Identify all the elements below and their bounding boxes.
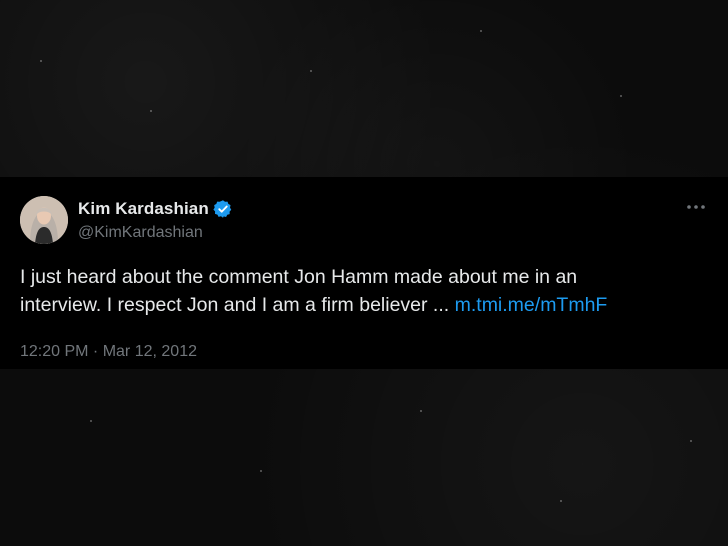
bg-speck (150, 110, 152, 112)
verified-badge-icon (213, 199, 233, 219)
bg-speck (480, 30, 482, 32)
bg-speck (420, 410, 422, 412)
tweet-timestamp[interactable]: 12:20 PM · Mar 12, 2012 (20, 343, 197, 361)
tweet-text: I just heard about the comment Jon Hamm … (20, 263, 710, 319)
bg-speck (560, 500, 562, 502)
bg-speck (690, 440, 692, 442)
tweet-text-line1: I just heard about the comment Jon Hamm … (20, 266, 578, 288)
name-row: Kim Kardashian (78, 199, 233, 219)
bg-speck (620, 95, 622, 97)
user-handle[interactable]: @KimKardashian (78, 224, 203, 242)
bg-speck (310, 70, 312, 72)
more-dots-icon[interactable] (686, 199, 706, 210)
bg-speck (260, 470, 262, 472)
tweet-card[interactable]: Kim Kardashian @KimKardashian I just hea… (0, 177, 728, 369)
bg-speck (90, 420, 92, 422)
tweet-text-line2: interview. I respect Jon and I am a firm… (20, 294, 450, 316)
avatar[interactable] (20, 196, 68, 244)
avatar-image (20, 196, 68, 244)
display-name[interactable]: Kim Kardashian (78, 199, 209, 219)
tweet-link[interactable]: m.tmi.me/mTmhF (455, 294, 608, 316)
bg-speck (40, 60, 42, 62)
